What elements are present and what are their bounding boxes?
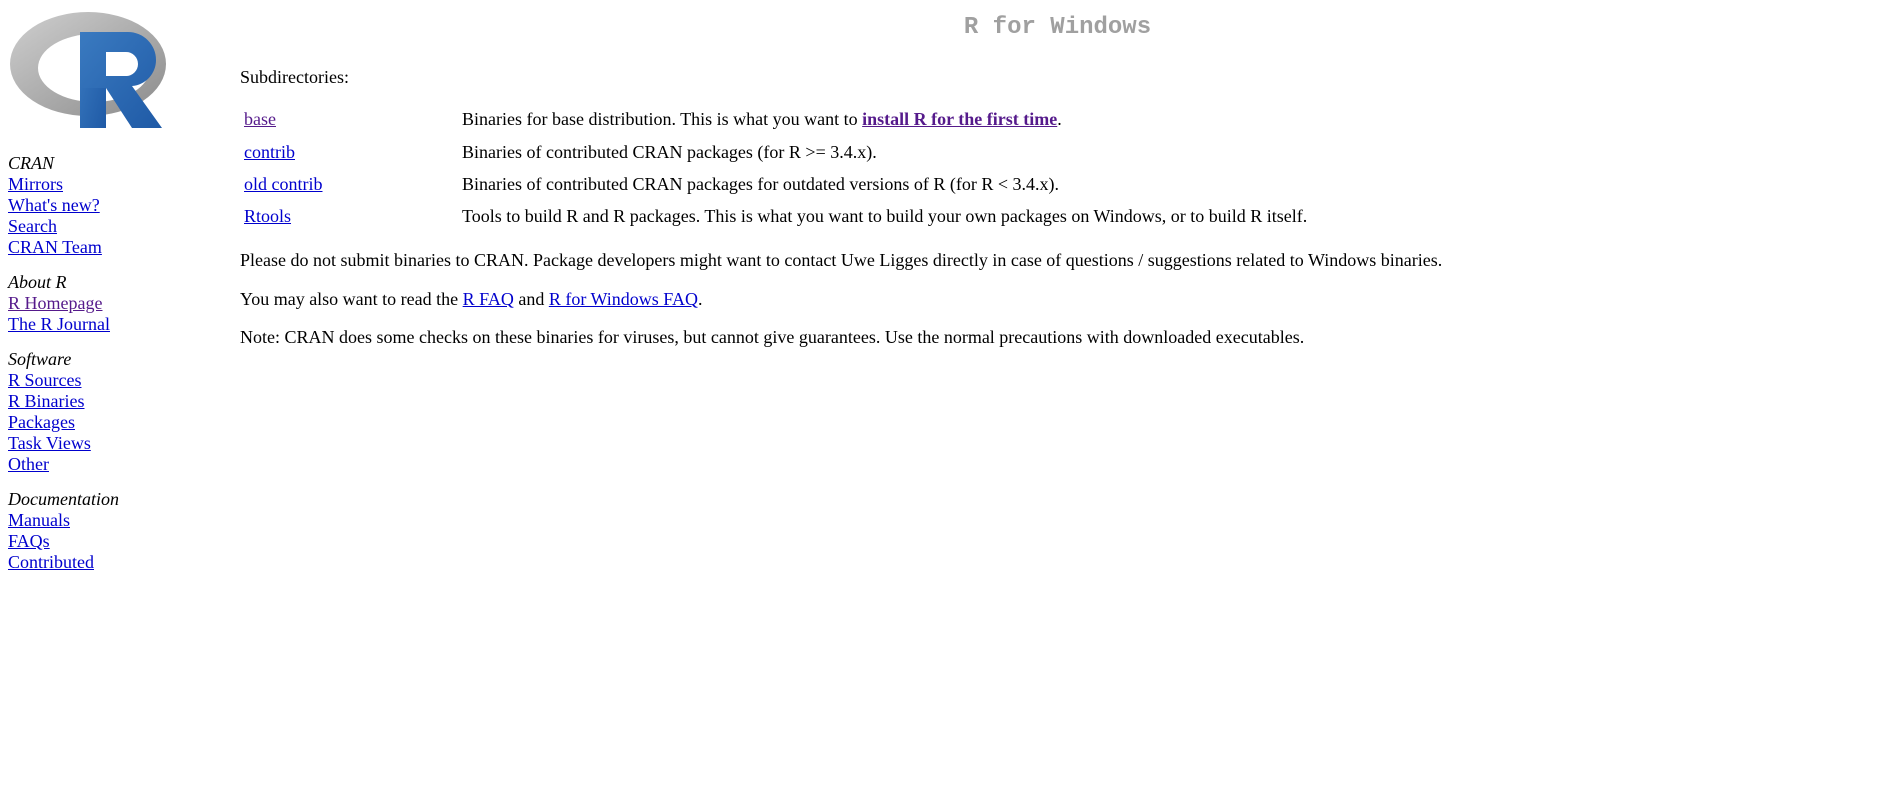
- para-submit: Please do not submit binaries to CRAN. P…: [240, 248, 1875, 272]
- nav-link-r-journal[interactable]: The R Journal: [8, 314, 110, 334]
- nav-link-cran-team[interactable]: CRAN Team: [8, 237, 102, 257]
- link-r-faq[interactable]: R FAQ: [463, 289, 514, 309]
- nav-link-mirrors[interactable]: Mirrors: [8, 174, 63, 194]
- link-install-first-time[interactable]: install R for the first time: [862, 109, 1057, 129]
- link-old-contrib[interactable]: old contrib: [244, 174, 323, 194]
- link-base[interactable]: base: [244, 109, 276, 129]
- desc-base: Binaries for base distribution. This is …: [462, 103, 1875, 135]
- nav-section-cran: CRAN Mirrors What's new? Search CRAN Tea…: [8, 153, 208, 258]
- nav-section-about: About R R Homepage The R Journal: [8, 272, 208, 335]
- nav-link-r-binaries[interactable]: R Binaries: [8, 391, 85, 411]
- desc-rtools: Tools to build R and R packages. This is…: [462, 200, 1875, 232]
- nav-link-r-sources[interactable]: R Sources: [8, 370, 82, 390]
- table-row: old contrib Binaries of contributed CRAN…: [240, 168, 1875, 200]
- nav-link-other[interactable]: Other: [8, 454, 49, 474]
- main-content: R for Windows Subdirectories: base Binar…: [216, 0, 1899, 371]
- table-row: Rtools Tools to build R and R packages. …: [240, 200, 1875, 232]
- table-row: contrib Binaries of contributed CRAN pac…: [240, 136, 1875, 168]
- nav-link-faqs[interactable]: FAQs: [8, 531, 50, 551]
- desc-contrib: Binaries of contributed CRAN packages (f…: [462, 136, 1875, 168]
- page-title: R for Windows: [240, 14, 1875, 41]
- nav-link-contributed[interactable]: Contributed: [8, 552, 94, 572]
- nav-link-search[interactable]: Search: [8, 216, 57, 236]
- nav-link-r-homepage[interactable]: R Homepage: [8, 293, 102, 313]
- nav-heading: CRAN: [8, 153, 208, 174]
- r-logo-icon: [8, 4, 178, 134]
- nav-heading: Software: [8, 349, 208, 370]
- nav-section-software: Software R Sources R Binaries Packages T…: [8, 349, 208, 475]
- nav-link-task-views[interactable]: Task Views: [8, 433, 91, 453]
- nav-heading: About R: [8, 272, 208, 293]
- desc-old-contrib: Binaries of contributed CRAN packages fo…: [462, 168, 1875, 200]
- subdirs-label: Subdirectories:: [240, 65, 1875, 89]
- table-row: base Binaries for base distribution. Thi…: [240, 103, 1875, 135]
- nav-heading: Documentation: [8, 489, 208, 510]
- link-rtools[interactable]: Rtools: [244, 206, 291, 226]
- subdirectories-table: base Binaries for base distribution. Thi…: [240, 103, 1875, 232]
- para-note: Note: CRAN does some checks on these bin…: [240, 325, 1875, 349]
- nav-link-packages[interactable]: Packages: [8, 412, 75, 432]
- r-logo[interactable]: [8, 4, 208, 139]
- sidebar: CRAN Mirrors What's new? Search CRAN Tea…: [0, 0, 216, 581]
- link-r-windows-faq[interactable]: R for Windows FAQ: [549, 289, 698, 309]
- nav-link-manuals[interactable]: Manuals: [8, 510, 70, 530]
- link-contrib[interactable]: contrib: [244, 142, 295, 162]
- para-faq: You may also want to read the R FAQ and …: [240, 287, 1875, 311]
- nav-section-documentation: Documentation Manuals FAQs Contributed: [8, 489, 208, 573]
- nav-link-whats-new[interactable]: What's new?: [8, 195, 100, 215]
